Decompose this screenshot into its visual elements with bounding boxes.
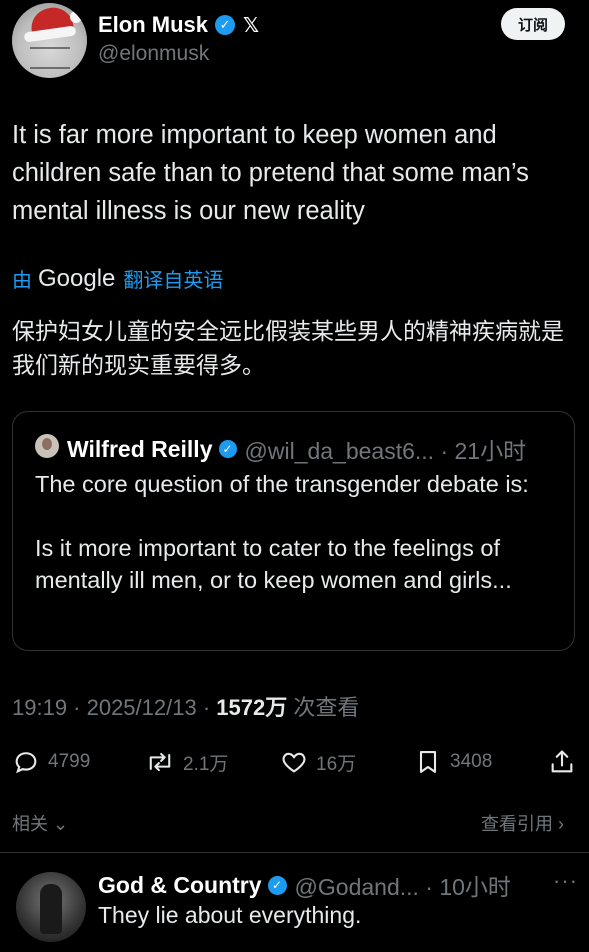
quote-author-name[interactable]: Wilfred Reilly xyxy=(67,436,213,463)
divider xyxy=(0,852,589,853)
tweet-text: It is far more important to keep women a… xyxy=(12,121,529,225)
tweet-timestamp: 19:19 · 2025/12/13 · xyxy=(12,695,217,720)
hat-pompom xyxy=(70,11,82,23)
verified-badge-icon: ✓ xyxy=(267,875,287,895)
reply-count: 4799 xyxy=(48,751,91,772)
bookmark-count: 3408 xyxy=(450,751,493,772)
share-button[interactable] xyxy=(548,740,584,784)
subscribe-button[interactable]: 订阅 xyxy=(501,8,565,40)
retweet-button[interactable]: 2.1万 xyxy=(145,740,228,784)
share-icon xyxy=(551,750,573,773)
more-options-icon[interactable]: ··· xyxy=(553,868,578,894)
chevron-down-icon: ⌄ xyxy=(53,814,69,834)
translated-by-prefix: 由 xyxy=(12,270,32,292)
bookmark-button[interactable]: 3408 xyxy=(414,740,492,784)
reply-author-avatar[interactable] xyxy=(16,872,86,942)
translation-text: 保护妇女儿童的安全远比假装某些男人的精神疾病就是我们新的现实重要得多。 xyxy=(12,318,564,378)
author-name[interactable]: Elon Musk xyxy=(98,12,208,38)
retweet-count: 2.1万 xyxy=(183,753,229,775)
quote-tweet-card[interactable]: Wilfred Reilly ✓ @wil_da_beast6... · 21小… xyxy=(12,411,575,651)
bookmark-icon xyxy=(419,751,437,773)
reply-author-name[interactable]: God & Country xyxy=(98,872,262,899)
reply-text: They lie about everything. xyxy=(98,902,362,928)
google-logo: Google xyxy=(38,264,116,292)
view-count: 1572万 xyxy=(216,695,288,720)
like-count: 16万 xyxy=(316,753,357,775)
author-name-row[interactable]: Elon Musk ✓ 𝕏 xyxy=(98,12,259,38)
x-logo-icon: 𝕏 xyxy=(243,14,260,37)
quote-text-line: The core question of the transgender deb… xyxy=(35,471,529,497)
reply-icon xyxy=(15,752,37,774)
heart-icon xyxy=(282,752,306,773)
related-dropdown[interactable]: 相关 ⌄ xyxy=(12,810,68,836)
translated-from-label: 翻译自英语 xyxy=(123,270,224,292)
verified-badge-icon: ✓ xyxy=(218,440,237,458)
quote-author-handle: @wil_da_beast6... · 21小时 xyxy=(244,438,527,464)
verified-badge-icon: ✓ xyxy=(215,15,236,35)
quote-header: Wilfred Reilly ✓ @wil_da_beast6... · 21小… xyxy=(67,432,526,466)
chevron-right-icon: › xyxy=(558,814,565,834)
action-bar: 4799 2.1万 16万 3408 xyxy=(0,740,589,784)
quote-text-line: Is it more important to cater to the fee… xyxy=(35,535,512,593)
view-quotes-link[interactable]: 查看引用 › xyxy=(481,810,564,836)
author-avatar[interactable] xyxy=(12,3,87,78)
translation-attribution[interactable]: 由 Google 翻译自英语 xyxy=(12,264,223,293)
like-button[interactable]: 16万 xyxy=(280,740,356,784)
quote-text: The core question of the transgender deb… xyxy=(35,468,560,596)
author-handle[interactable]: @elonmusk xyxy=(98,42,209,66)
view-quotes-label: 查看引用 xyxy=(481,814,553,834)
tweet-meta: 19:19 · 2025/12/13 · 1572万 次查看 xyxy=(12,690,359,722)
avatar-figure xyxy=(40,884,62,934)
view-label: 次查看 xyxy=(287,695,360,720)
retweet-icon xyxy=(149,752,171,772)
related-label: 相关 xyxy=(12,814,48,834)
reply-author-handle: @Godand... · 10小时 xyxy=(294,874,511,900)
quote-author-avatar[interactable] xyxy=(35,434,59,458)
reply-button[interactable]: 4799 xyxy=(12,740,90,784)
avatar-scribble xyxy=(30,47,70,69)
reply-header: God & Country ✓ @Godand... · 10小时 xyxy=(98,868,511,902)
